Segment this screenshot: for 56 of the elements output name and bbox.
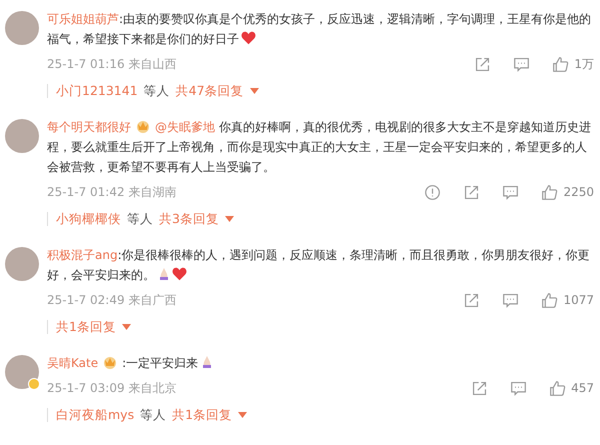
reply-users[interactable]: 小门1213141 xyxy=(56,82,138,100)
username[interactable]: 积极混子ang xyxy=(47,248,118,262)
comment-icon[interactable] xyxy=(510,380,528,396)
heart-icon xyxy=(172,267,187,281)
like-count: 1077 xyxy=(563,292,594,309)
like-count: 1万 xyxy=(574,56,594,73)
reply-suffix: 等人 xyxy=(127,210,153,228)
timestamp: 25-1-7 01:16 xyxy=(47,56,125,73)
reply-suffix: 等人 xyxy=(140,406,166,424)
warning-icon[interactable] xyxy=(424,184,442,200)
location: 来自湖南 xyxy=(128,184,177,201)
heart-icon xyxy=(241,31,256,45)
caret-icon[interactable] xyxy=(122,324,131,330)
praying-hands-icon xyxy=(201,355,214,369)
comment-text: 积极混子ang:你是很棒很棒的人，遇到问题，反应顺速，条理清晰，而且很勇敢，你男朋友很好，你更好，会平安归来的。 xyxy=(47,247,591,284)
thumbs-up-icon[interactable] xyxy=(549,380,566,396)
comment-text: 可乐姐姐葫芦:由衷的要赞叹你真是个优秀的女孩子，反应迅速，逻辑清晰，字句调理，王星有你是他的福气，希望接下来都是你们的好日子 xyxy=(47,11,592,48)
reply-suffix: 等人 xyxy=(144,82,170,100)
username[interactable]: 可乐姐姐葫芦 xyxy=(47,12,119,26)
mention-link[interactable]: @失眠爹地 xyxy=(155,120,219,134)
timestamp: 25-1-7 03:09 xyxy=(47,380,125,397)
thumbs-up-icon[interactable] xyxy=(541,292,558,308)
location: 来自山西 xyxy=(128,56,177,73)
avatar[interactable] xyxy=(5,11,39,45)
thumbs-up-icon[interactable] xyxy=(552,56,570,72)
reply-users[interactable]: 白河夜船mys xyxy=(56,406,134,424)
timestamp: 25-1-7 02:49 xyxy=(47,292,125,309)
share-icon[interactable] xyxy=(471,380,488,396)
avatar[interactable] xyxy=(5,119,39,153)
caret-icon[interactable] xyxy=(238,412,248,418)
avatar[interactable] xyxy=(5,247,39,281)
share-icon[interactable] xyxy=(463,184,480,200)
comment-icon[interactable] xyxy=(502,184,520,200)
reply-count-link[interactable]: 共3条回复 xyxy=(159,210,219,228)
comment-icon[interactable] xyxy=(502,292,520,308)
reply-count-link[interactable]: 共1条回复 xyxy=(172,406,232,424)
praying-hands-icon xyxy=(158,267,170,281)
username[interactable]: 吴晴Kate xyxy=(47,356,98,370)
comment-text: 吴晴Kate :一定平安归来 xyxy=(47,353,594,373)
thumbs-up-icon[interactable] xyxy=(541,184,558,200)
comment-text: 每个明天都很好 @失眠爹地 你真的好棒啊，真的很优秀，电视剧的很多大女主不是穿越知道历史进程，要么就重生后开了上帝视角，而你是现实中真正的大女主，王星一定会平安归来的，希望更多的人会被营救，更希望不要再有人上当受骗了。 xyxy=(47,118,592,176)
like-count: 457 xyxy=(571,380,594,397)
like-count: 2250 xyxy=(563,184,594,201)
username[interactable]: 每个明天都很好 xyxy=(47,120,131,134)
caret-icon[interactable] xyxy=(224,216,234,222)
share-icon[interactable] xyxy=(463,292,480,308)
avatar[interactable] xyxy=(5,355,39,389)
reply-count-link[interactable]: 共47条回复 xyxy=(176,82,244,100)
location: 来自广西 xyxy=(128,292,177,309)
comment-icon[interactable] xyxy=(513,56,530,72)
share-icon[interactable] xyxy=(474,56,492,72)
timestamp: 25-1-7 01:42 xyxy=(47,184,125,201)
location: 来自北京 xyxy=(128,380,177,397)
reply-count-link[interactable]: 共1条回复 xyxy=(56,318,116,336)
reply-users[interactable]: 小狗椰椰侠 xyxy=(56,210,121,228)
caret-icon[interactable] xyxy=(250,88,259,94)
